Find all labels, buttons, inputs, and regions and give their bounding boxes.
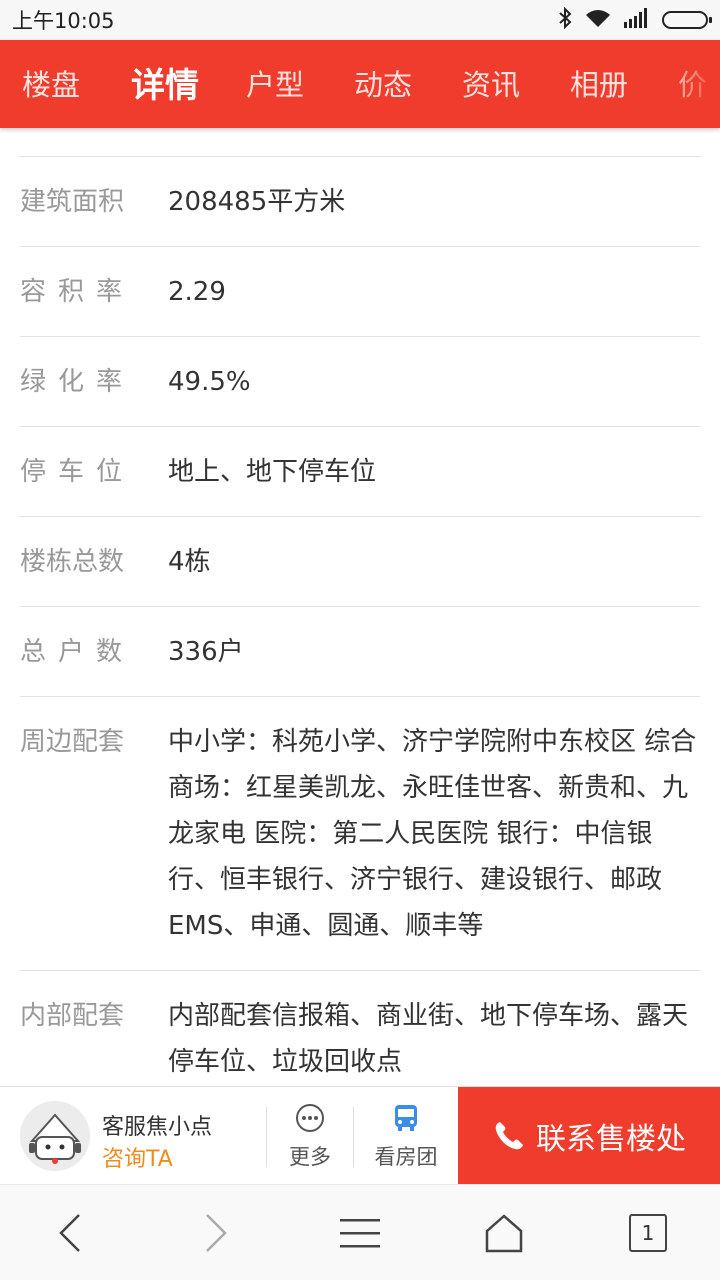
house-tour-button[interactable]: 看房团 [363, 1103, 449, 1173]
tab-project[interactable]: 楼盘 [22, 62, 80, 104]
battery-icon [662, 11, 712, 29]
wifi-icon [584, 7, 612, 33]
detail-label: 停车位 [20, 457, 135, 487]
phone-icon [495, 1122, 523, 1150]
detail-row-green-ratio: 绿化率 49.5% [20, 337, 700, 427]
tab-floor-plans[interactable]: 户型 [246, 62, 304, 104]
signal-icon [624, 8, 650, 32]
detail-label: 容积率 [20, 277, 135, 307]
detail-value: 中小学：科苑小学、济宁学院附中东校区 综合商场：红星美凯龙、永旺佳世客、新贵和、… [168, 727, 697, 941]
section-tab-bar: 楼盘 详情 户型 动态 资讯 相册 价 [0, 40, 720, 128]
agent-name: 客服焦小点 [102, 1115, 213, 1140]
status-bar: 上午10:05 [0, 0, 720, 40]
bus-icon [395, 1105, 417, 1131]
detail-row-building-count: 楼栋总数 4栋 [20, 517, 700, 607]
detail-label: 周边配套 [20, 727, 125, 757]
chevron-right-icon [206, 1214, 227, 1252]
detail-row-surrounding-facilities: 周边配套 中小学：科苑小学、济宁学院附中东校区 综合商场：红星美凯龙、永旺佳世客… [20, 697, 700, 971]
detail-label: 总户数 [20, 637, 135, 667]
contact-sales-office-label: 联系售楼处 [536, 1122, 686, 1157]
detail-row-internal-facilities: 内部配套 内部配套信报箱、商业街、地下停车场、露天停车位、垃圾回收点 [20, 971, 700, 1086]
detail-label: 楼栋总数 [20, 547, 125, 577]
home-button[interactable] [474, 1205, 534, 1261]
menu-button[interactable] [330, 1205, 390, 1261]
consult-agent-link[interactable]: 咨询TA [102, 1141, 173, 1173]
home-icon [485, 1214, 523, 1253]
tab-scroll-fade [660, 40, 720, 128]
more-dots-icon [296, 1104, 324, 1132]
more-label: 更多 [289, 1145, 331, 1169]
tabs-button[interactable]: 1 [618, 1205, 678, 1261]
detail-row-household-count: 总户数 336户 [20, 607, 700, 697]
detail-row-parking: 停车位 地上、地下停车位 [20, 427, 700, 517]
divider [353, 1107, 354, 1167]
detail-value: 4栋 [168, 547, 211, 577]
detail-value: 地上、地下停车位 [168, 457, 377, 487]
forward-button[interactable] [186, 1205, 246, 1261]
browser-nav-bar: 1 [0, 1184, 720, 1280]
back-button[interactable] [40, 1205, 100, 1261]
detail-label: 内部配套 [20, 1001, 125, 1031]
detail-value: 208485平方米 [168, 187, 346, 217]
tab-album[interactable]: 相册 [570, 62, 628, 104]
bluetooth-icon [558, 6, 572, 33]
contact-sales-office-button[interactable]: 联系售楼处 [458, 1087, 720, 1185]
detail-label: 绿化率 [20, 367, 135, 397]
bottom-action-bar: 客服焦小点 咨询TA 更多 看房团 联系售楼处 [0, 1086, 720, 1185]
agent-avatar[interactable] [20, 1101, 90, 1171]
tab-news[interactable]: 资讯 [462, 62, 520, 104]
tab-count-badge: 1 [629, 1214, 667, 1252]
detail-row-plot-ratio: 容积率 2.29 [20, 247, 700, 337]
chevron-left-icon [59, 1214, 80, 1252]
house-tour-label: 看房团 [374, 1145, 438, 1169]
project-details-list: 建筑面积 208485平方米 容积率 2.29 绿化率 49.5% 停车位 地上… [20, 128, 700, 1086]
agent-avatar-icon [20, 1101, 90, 1171]
status-icons [558, 6, 712, 33]
detail-value: 内部配套信报箱、商业街、地下停车场、露天停车位、垃圾回收点 [168, 1001, 689, 1077]
detail-value: 336户 [168, 637, 244, 667]
tab-details[interactable]: 详情 [131, 58, 199, 107]
detail-row-floor-area: 建筑面积 208485平方米 [20, 157, 700, 247]
status-time: 上午10:05 [12, 9, 115, 33]
detail-value: 49.5% [168, 367, 251, 397]
detail-label: 建筑面积 [20, 187, 125, 217]
hamburger-menu-icon [340, 1219, 380, 1248]
tab-updates[interactable]: 动态 [354, 62, 412, 104]
detail-value: 2.29 [168, 277, 226, 307]
more-button[interactable]: 更多 [267, 1103, 353, 1173]
